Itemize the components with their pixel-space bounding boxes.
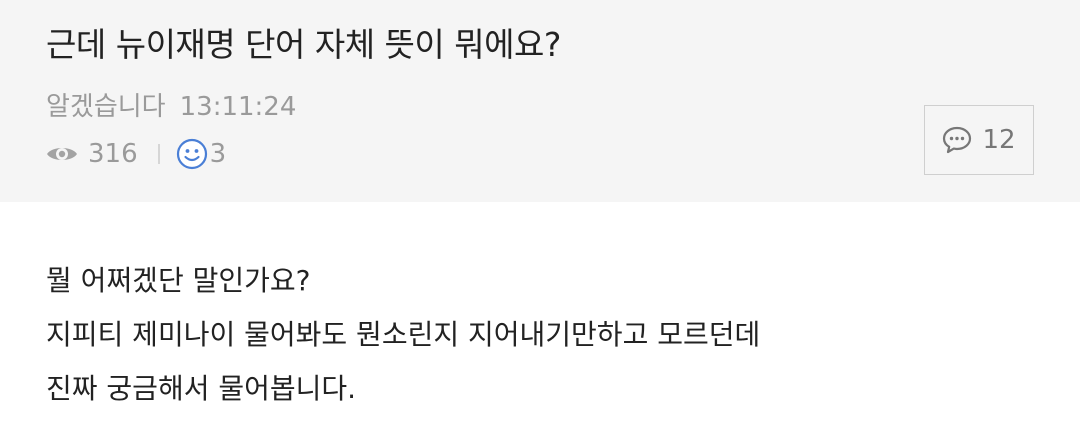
comment-count: 12 [982, 125, 1016, 155]
post-content: 뭘 어쩌겠단 말인가요? 지피티 제미나이 물어봐도 뭔소린지 지어내기만하고 … [46, 254, 760, 416]
comment-count-button[interactable]: 12 [924, 105, 1034, 175]
post-header: 근데 뉴이재명 단어 자체 뜻이 뭐에요? 알겠습니다 13:11:24 316 … [0, 0, 1080, 202]
post-time: 13:11:24 [179, 92, 297, 122]
post-title: 근데 뉴이재명 단어 자체 뜻이 뭐에요? [46, 25, 561, 64]
smile-icon[interactable] [176, 138, 208, 170]
eye-icon [47, 148, 77, 160]
author-name[interactable]: 알겠습니다 [46, 92, 166, 122]
view-count: 316 [88, 139, 138, 169]
like-count: 3 [209, 139, 227, 169]
content-line: 뭘 어쩌겠단 말인가요? [46, 264, 311, 297]
post-meta: 알겠습니다 13:11:24 [46, 86, 296, 123]
content-line: 지피티 제미나이 물어봐도 뭔소린지 지어내기만하고 모르던데 [46, 318, 761, 351]
content-line: 진짜 궁금해서 물어봅니다. [46, 372, 357, 405]
post-stats: 316 3 [46, 134, 226, 174]
stats-divider [157, 144, 160, 164]
comment-icon [943, 126, 972, 154]
